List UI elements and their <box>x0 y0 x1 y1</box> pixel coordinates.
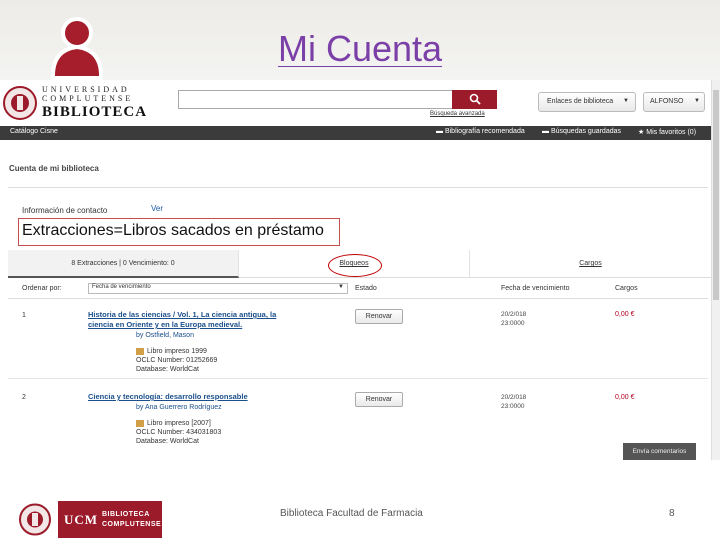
logo-line-biblioteca: BIBLIOTECA <box>42 104 148 120</box>
item-charge: 0,00 € <box>615 311 635 318</box>
search-icon <box>469 93 481 105</box>
item-title-line: Ciencia y tecnología: desarrollo respons… <box>88 392 248 401</box>
item-title-line: ciencia en Oriente y en la Europa mediev… <box>88 320 243 329</box>
tab-extracciones[interactable]: 8 Extracciones | 0 Vencimiento: 0 <box>8 250 239 278</box>
university-crest-icon <box>3 86 37 120</box>
site-header: UNIVERSIDAD COMPLUTENSE BIBLIOTECA Búsqu… <box>0 80 720 126</box>
item-database: Database: WorldCat <box>136 438 199 445</box>
university-crest-icon <box>14 501 56 538</box>
page-scrollbar[interactable] <box>711 80 720 460</box>
caret-down-icon: ▼ <box>623 98 629 104</box>
item-title-link[interactable]: Ciencia y tecnología: desarrollo respons… <box>88 392 248 402</box>
footer-logo: UCM BIBLIOTECA COMPLUTENSE <box>14 501 162 538</box>
page-heading: Cuenta de mi biblioteca <box>9 164 99 173</box>
col-charges: Cargos <box>615 285 638 292</box>
folder-icon: ▬ <box>436 128 443 135</box>
due-date: 20/2/018 23:0000 <box>501 393 526 411</box>
item-format: Libro impreso [2007] <box>147 420 211 427</box>
item-meta: Libro impreso [2007] OCLC Number: 434031… <box>136 419 221 446</box>
row-number: 1 <box>22 312 26 319</box>
item-format: Libro impreso 1999 <box>147 348 207 355</box>
logo-line-universidad: UNIVERSIDAD <box>42 85 130 94</box>
row-number: 2 <box>22 394 26 401</box>
library-links-label: Enlaces de biblioteca <box>547 98 614 105</box>
star-icon: ★ <box>638 129 645 136</box>
renew-button[interactable]: Renovar <box>355 309 403 324</box>
footer-logo-line: BIBLIOTECA <box>102 511 150 518</box>
item-oclc: OCLC Number: 434031803 <box>136 429 222 436</box>
ucm-text: UCM <box>64 512 99 527</box>
item-author[interactable]: by Ana Guerrero Rodríguez <box>136 404 222 411</box>
sort-label: Ordenar por: <box>22 285 62 292</box>
due-date-line: 20/2/018 <box>501 394 527 401</box>
due-date-line: 23:0000 <box>501 403 525 410</box>
callout-note: Extracciones=Libros sacados en préstamo <box>18 218 340 246</box>
nav-item-favoritos[interactable]: ★ Mis favoritos (0) <box>638 128 696 136</box>
renew-button[interactable]: Renovar <box>355 392 403 407</box>
due-date-line: 20/2/018 <box>501 311 527 318</box>
browser-screenshot: UNIVERSIDAD COMPLUTENSE BIBLIOTECA Búsqu… <box>0 80 720 460</box>
col-due-date: Fecha de vencimiento <box>501 285 570 292</box>
tab-cargos[interactable]: Cargos <box>470 250 711 278</box>
user-menu-dropdown[interactable]: ALFONSO ▼ <box>643 92 705 112</box>
footer-logo-line: COMPLUTENSE <box>102 521 162 528</box>
item-database: Database: WorldCat <box>136 366 199 373</box>
col-status: Estado <box>355 285 377 292</box>
tab-extracciones-label: 8 Extracciones | 0 Vencimiento: 0 <box>71 260 175 267</box>
contact-info-label: Información de contacto <box>22 206 108 215</box>
search-button[interactable] <box>452 90 497 109</box>
nav-item-bibliografia[interactable]: ▬ Bibliografía recomendada <box>436 128 525 135</box>
due-date-line: 23:0000 <box>501 320 525 327</box>
item-title-link[interactable]: Historia de las ciencias / Vol. 1, La ci… <box>88 310 276 330</box>
slide-header-band: Mi Cuenta <box>0 0 720 80</box>
item-title-line: Historia de las ciencias / Vol. 1, La ci… <box>88 310 277 319</box>
due-date: 20/2/018 23:0000 <box>501 310 526 328</box>
book-icon <box>136 347 144 355</box>
divider <box>8 187 708 188</box>
main-nav-bar: Catálogo Cisne ▬ Bibliografía recomendad… <box>0 126 711 140</box>
page-number: 8 <box>669 508 675 519</box>
logo-line-complutense: COMPLUTENSE <box>42 94 134 103</box>
sort-value: Fecha de vencimiento <box>92 284 151 290</box>
footer-text: Biblioteca Facultad de Farmacia <box>280 508 423 519</box>
contact-view-link[interactable]: Ver <box>151 204 163 213</box>
sort-select[interactable]: Fecha de vencimiento ▼ <box>88 283 348 294</box>
biblioteca-logo[interactable]: UNIVERSIDAD COMPLUTENSE BIBLIOTECA <box>2 82 162 124</box>
book-icon <box>136 419 144 427</box>
nav-item-busquedas[interactable]: ▬ Búsquedas guardadas <box>542 128 621 135</box>
item-meta: Libro impreso 1999 OCLC Number: 01252669… <box>136 347 217 374</box>
tab-cargos-label: Cargos <box>579 260 602 267</box>
caret-down-icon: ▼ <box>338 284 344 290</box>
nav-catalog-link[interactable]: Catálogo Cisne <box>10 128 58 135</box>
advanced-search-link[interactable]: Búsqueda avanzada <box>430 111 485 117</box>
scrollbar-thumb[interactable] <box>713 90 719 300</box>
folder-icon: ▬ <box>542 128 549 135</box>
ucm-brand-block: UCM BIBLIOTECA COMPLUTENSE <box>58 501 162 538</box>
slide-title: Mi Cuenta <box>277 28 443 69</box>
search-input[interactable] <box>178 90 452 109</box>
divider <box>8 298 708 299</box>
caret-down-icon: ▼ <box>694 98 700 104</box>
divider <box>8 378 708 379</box>
item-charge: 0,00 € <box>615 394 635 401</box>
send-comments-button[interactable]: Envía comentarios <box>623 443 696 460</box>
highlight-ring <box>328 254 382 277</box>
user-name-label: ALFONSO <box>650 98 684 105</box>
item-oclc: OCLC Number: 01252669 <box>136 357 218 364</box>
library-links-dropdown[interactable]: Enlaces de biblioteca ▼ <box>538 92 636 112</box>
item-author[interactable]: by Ostfield, Mason <box>136 332 194 339</box>
